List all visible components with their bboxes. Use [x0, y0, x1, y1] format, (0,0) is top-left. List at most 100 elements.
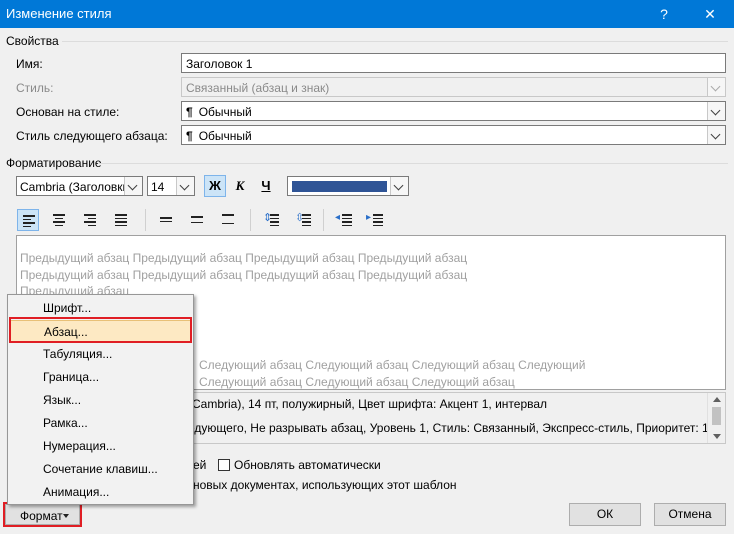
double-spacing-icon — [222, 214, 234, 226]
one-half-spacing-button[interactable] — [186, 209, 208, 231]
auto-update-checkbox[interactable] — [218, 459, 230, 471]
align-center-icon — [53, 214, 65, 228]
scroll-up-icon[interactable] — [713, 397, 721, 402]
formatting-divider — [98, 163, 728, 164]
decrease-indent-icon — [342, 214, 352, 228]
properties-divider — [62, 41, 728, 42]
help-button[interactable]: ? — [644, 0, 684, 28]
style-type-value: Связанный (абзац и знак) — [186, 81, 330, 95]
space-after-button[interactable]: ⇳ — [292, 209, 314, 231]
menu-item-tabs[interactable]: Табуляция... — [10, 343, 191, 366]
next-style-value: Обычный — [198, 129, 252, 143]
one-half-spacing-icon — [191, 216, 203, 225]
arrow-left-icon: ◂ — [335, 212, 341, 223]
menu-item-border[interactable]: Граница... — [10, 366, 191, 389]
font-size-value: 14 — [151, 180, 165, 194]
space-after-icon — [302, 214, 311, 228]
italic-button[interactable]: К — [229, 175, 251, 197]
arrow-right-icon: ▸ — [366, 212, 372, 223]
menu-item-animation[interactable]: Анимация... — [10, 481, 191, 504]
font-size-select[interactable]: 14 — [147, 176, 195, 196]
cancel-button[interactable]: Отмена — [654, 503, 726, 526]
underline-button[interactable]: Ч — [255, 175, 277, 197]
format-button[interactable]: Формат — [5, 504, 80, 525]
menu-item-label: Сочетание клавиш... — [43, 462, 158, 476]
pilcrow-icon: ¶ — [186, 105, 193, 119]
properties-section-title: Свойства — [6, 34, 59, 48]
toolbar-separator — [250, 209, 251, 231]
name-label: Имя: — [16, 57, 43, 71]
double-spacing-button[interactable] — [217, 209, 239, 231]
auto-update-label: Обновлять автоматически — [234, 458, 381, 472]
preview-next-line: Следующий абзац Следующий абзац Следующи… — [199, 358, 586, 372]
single-spacing-icon — [160, 217, 172, 224]
toolbar-separator — [145, 209, 146, 231]
chevron-down-icon[interactable] — [124, 177, 142, 195]
ok-button[interactable]: ОК — [569, 503, 641, 526]
menu-item-label: Абзац... — [44, 325, 88, 339]
dialog-title: Изменение стиля — [6, 6, 112, 21]
chevron-down-icon[interactable] — [707, 102, 725, 120]
new-documents-option-label: новых документах, использующих этот шабл… — [193, 478, 457, 492]
toolbar-separator — [323, 209, 324, 231]
close-button[interactable]: ✕ — [690, 0, 730, 28]
based-on-value: Обычный — [198, 105, 252, 119]
description-line: (Cambria), 14 пт, полужирный, Цвет шрифт… — [188, 397, 548, 411]
chevron-down-icon[interactable] — [707, 126, 725, 144]
justify-icon — [115, 214, 127, 228]
align-right-icon — [84, 214, 96, 228]
menu-item-frame[interactable]: Рамка... — [10, 412, 191, 435]
menu-item-label: Табуляция... — [43, 347, 113, 361]
title-bar: Изменение стиля ? ✕ — [0, 0, 734, 28]
format-menu: Шрифт... Абзац... Табуляция... Граница..… — [7, 294, 194, 505]
menu-item-font[interactable]: Шрифт... — [10, 297, 191, 320]
based-on-select[interactable]: ¶ Обычный — [181, 101, 726, 121]
font-color-swatch — [292, 181, 387, 192]
menu-item-label: Анимация... — [43, 485, 110, 499]
name-input[interactable]: Заголовок 1 — [181, 53, 726, 73]
space-before-button[interactable]: ⇕ — [260, 209, 282, 231]
name-input-value: Заголовок 1 — [186, 57, 253, 71]
dropdown-arrow-icon — [63, 514, 69, 518]
menu-item-language[interactable]: Язык... — [10, 389, 191, 412]
chevron-down-icon — [707, 78, 725, 96]
space-before-icon — [270, 214, 279, 228]
align-center-button[interactable] — [48, 209, 70, 231]
justify-button[interactable] — [110, 209, 132, 231]
increase-indent-button[interactable]: ▸ — [364, 209, 386, 231]
description-line: едующего, Не разрывать абзац, Уровень 1,… — [188, 421, 716, 435]
format-button-label: Формат — [20, 509, 63, 523]
preview-previous-line: Предыдущий абзац Предыдущий абзац Предыд… — [20, 251, 468, 265]
align-right-button[interactable] — [79, 209, 101, 231]
menu-item-numbering[interactable]: Нумерация... — [10, 435, 191, 458]
formatting-section-title: Форматирование — [6, 156, 102, 170]
scroll-down-icon[interactable] — [713, 434, 721, 439]
chevron-down-icon[interactable] — [176, 177, 194, 195]
preview-next-line: Следующий абзац Следующий абзац Следующи… — [199, 375, 515, 389]
modify-style-dialog: Изменение стиля ? ✕ Свойства Имя: Заголо… — [0, 0, 734, 534]
align-left-button[interactable] — [17, 209, 39, 231]
scroll-thumb[interactable] — [712, 407, 721, 425]
pilcrow-icon: ¶ — [186, 129, 193, 143]
style-type-select: Связанный (абзац и знак) — [181, 77, 726, 97]
description-scrollbar[interactable] — [707, 393, 725, 443]
chevron-down-icon[interactable] — [390, 177, 408, 195]
bold-button[interactable]: Ж — [204, 175, 226, 197]
preview-previous-line: Предыдущий абзац Предыдущий абзац Предыд… — [20, 268, 468, 282]
style-type-label: Стиль: — [16, 81, 54, 95]
font-value: Cambria (Заголовки) — [20, 180, 134, 194]
menu-item-label: Нумерация... — [43, 439, 116, 453]
decrease-indent-button[interactable]: ◂ — [333, 209, 355, 231]
next-style-label: Стиль следующего абзаца: — [16, 129, 168, 143]
menu-item-label: Язык... — [43, 393, 82, 407]
add-to-gallery-label: ей — [193, 458, 207, 472]
font-select[interactable]: Cambria (Заголовки) — [16, 176, 143, 196]
font-color-select[interactable] — [287, 176, 409, 196]
single-spacing-button[interactable] — [155, 209, 177, 231]
menu-item-paragraph[interactable]: Абзац... — [10, 320, 191, 343]
next-style-select[interactable]: ¶ Обычный — [181, 125, 726, 145]
menu-item-label: Граница... — [43, 370, 100, 384]
menu-item-label: Рамка... — [43, 416, 88, 430]
based-on-label: Основан на стиле: — [16, 105, 120, 119]
menu-item-shortcut-key[interactable]: Сочетание клавиш... — [10, 458, 191, 481]
